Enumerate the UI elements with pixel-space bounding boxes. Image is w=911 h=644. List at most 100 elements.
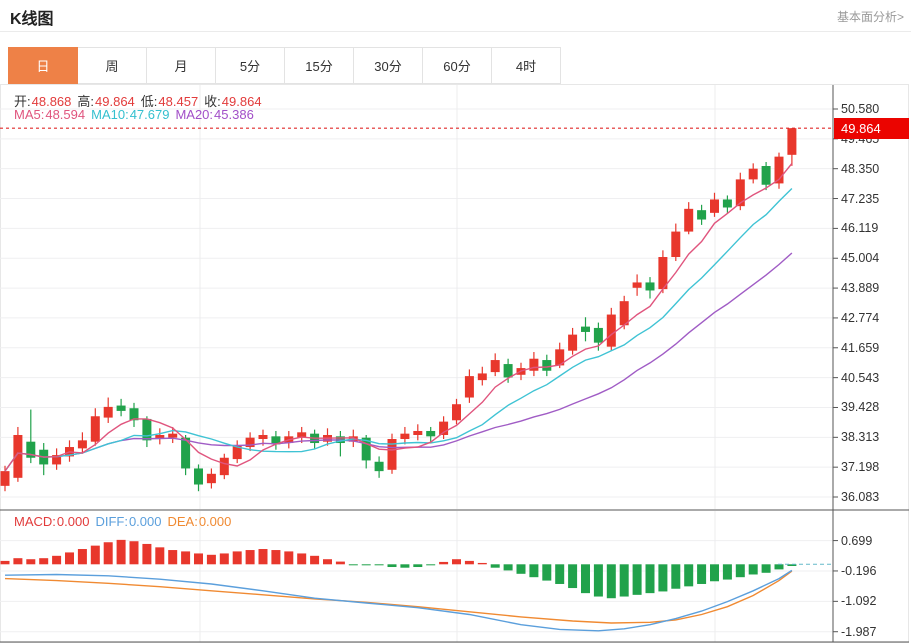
macd-bar (439, 562, 448, 564)
candles-layer (1, 128, 797, 491)
macd-bar (297, 553, 306, 564)
macd-bar (246, 550, 255, 564)
macd-bar (413, 564, 422, 567)
macd-bar (775, 564, 784, 569)
macd-bar (400, 564, 409, 567)
macd-bar (168, 550, 177, 564)
macd-bar (65, 552, 74, 564)
price-tick-label: 42.774 (841, 311, 879, 325)
macd-bar (710, 564, 719, 581)
candle-body (413, 431, 422, 435)
macd-bar (142, 544, 151, 564)
price-tick-label: 37.198 (841, 460, 879, 474)
macd-bar (259, 549, 268, 564)
candle-body (581, 327, 590, 332)
macd-bar (104, 542, 113, 564)
macd-bar (220, 553, 229, 564)
candle-body (194, 468, 203, 484)
macd-bar (697, 564, 706, 584)
macd-bar (426, 564, 435, 565)
candle-body (607, 315, 616, 347)
macd-bar (233, 551, 242, 564)
macd-bar (517, 564, 526, 574)
macd-bar (491, 564, 500, 567)
macd-bar (388, 564, 397, 567)
candle-body (220, 458, 229, 475)
macd-bar (465, 561, 474, 564)
ma-values-row: MA5:48.594MA10:47.679MA20:45.386 (14, 107, 260, 122)
price-tick-label: 43.889 (841, 281, 879, 295)
candle-body (749, 169, 758, 180)
macd-label-1: DIFF: (95, 514, 128, 529)
macd-tick-label: -0.196 (841, 564, 876, 578)
macd-bar (646, 564, 655, 593)
macd-bar (478, 563, 487, 564)
price-tick-label: 48.350 (841, 162, 879, 176)
candle-body (787, 128, 796, 155)
macd-bar (671, 564, 680, 588)
macd-tick-label: -1.987 (841, 625, 876, 639)
price-tick-label: 46.119 (841, 221, 878, 235)
macd-bar (194, 553, 203, 564)
macd-value-2: 0.000 (199, 514, 232, 529)
ma-label-1: MA10: (91, 107, 129, 122)
macd-bar (749, 564, 758, 574)
price-tick-label: 36.083 (841, 490, 879, 504)
price-tick-label: 38.313 (841, 430, 879, 444)
macd-bar (310, 556, 319, 564)
macd-histogram (1, 540, 797, 598)
candle-body (465, 376, 474, 397)
macd-bar (155, 547, 164, 564)
macd-bar (542, 564, 551, 580)
candle-body (259, 435, 268, 439)
macd-bar (658, 564, 667, 591)
candle-body (762, 166, 771, 185)
macd-bar (39, 558, 48, 564)
ma20-line (5, 253, 792, 471)
candle-body (104, 407, 113, 418)
macd-bar (13, 558, 22, 564)
candle-body (646, 282, 655, 290)
candle-body (671, 232, 680, 257)
candle-body (117, 406, 126, 411)
macd-bar (349, 564, 358, 565)
macd-tick-label: 0.699 (841, 534, 872, 548)
macd-bar (271, 550, 280, 564)
macd-bar (117, 540, 126, 564)
macd-bar (620, 564, 629, 596)
current-price-tag: 49.864 (834, 118, 909, 139)
candle-body (697, 210, 706, 219)
macd-bar (633, 564, 642, 595)
macd-bar (594, 564, 603, 596)
macd-bar (336, 562, 345, 565)
ma10-line (5, 189, 792, 472)
price-tick-label: 50.580 (841, 102, 879, 116)
price-tick-label: 45.004 (841, 251, 879, 265)
candle-body (542, 360, 551, 371)
candle-body (426, 431, 435, 436)
macd-bar (555, 564, 564, 584)
macd-bar (762, 564, 771, 572)
tab-period-0[interactable]: 日 (8, 47, 78, 84)
macd-bar (78, 549, 87, 564)
macd-bar (723, 564, 732, 579)
macd-bar (323, 559, 332, 564)
macd-bar (1, 561, 10, 564)
macd-values-row: MACD:0.000DIFF:0.000DEA:0.000 (14, 514, 237, 529)
macd-value-0: 0.000 (57, 514, 90, 529)
ma-label-0: MA5: (14, 107, 44, 122)
kline-app: K线图 基本面分析> 日周月5分15分30分60分4时 开:48.868高:49… (0, 0, 911, 644)
macd-bar (452, 559, 461, 564)
price-tick-label: 47.235 (841, 192, 879, 206)
ma-value-0: 48.594 (45, 107, 85, 122)
price-tick-label: 40.543 (841, 371, 879, 385)
candle-body (207, 474, 216, 483)
price-tick-label: 41.659 (841, 341, 879, 355)
macd-tick-label: -1.092 (841, 594, 876, 608)
candle-body (91, 416, 100, 441)
macd-bar (362, 564, 371, 565)
macd-label-0: MACD: (14, 514, 56, 529)
candle-body (78, 440, 87, 448)
candle-body (504, 364, 513, 377)
macd-bar (375, 564, 384, 565)
